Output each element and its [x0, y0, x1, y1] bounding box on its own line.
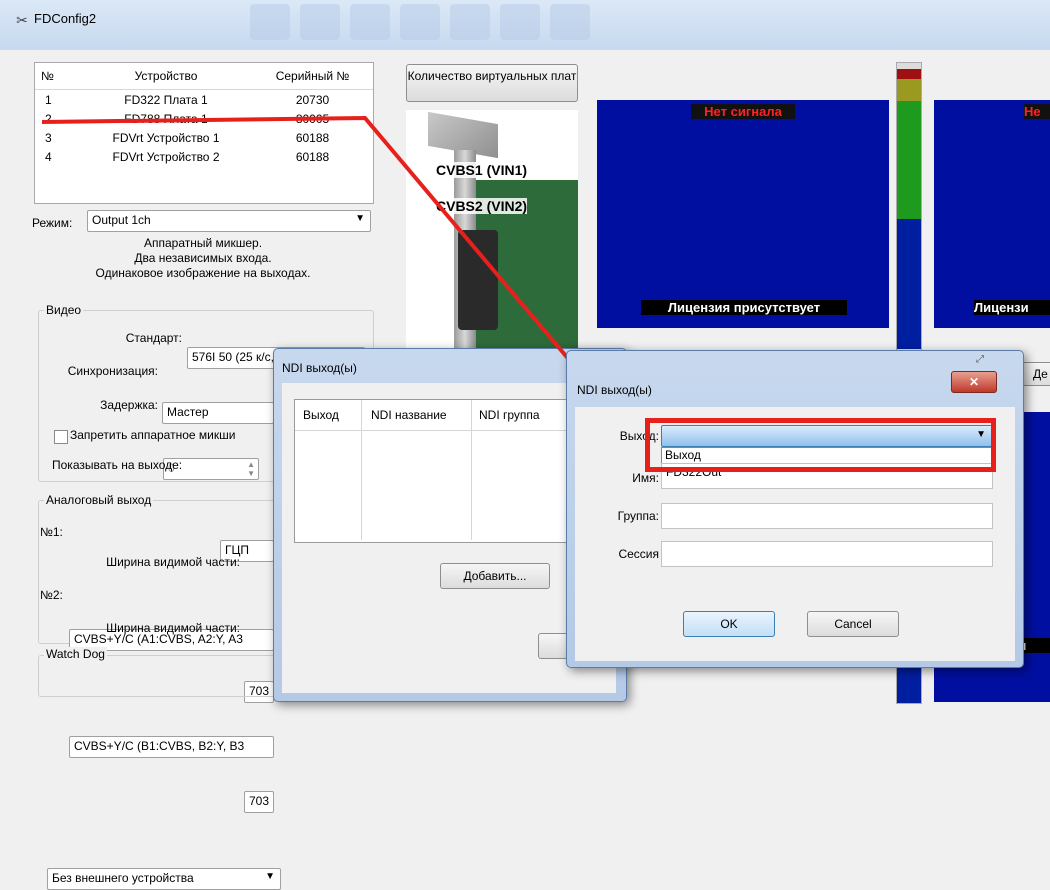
- ndi-edit-dialog: NDI выход(ы) ⤢ ✕ Выход: ▼ Выход Имя: FD3…: [566, 350, 1024, 668]
- restore-icon[interactable]: ⤢: [965, 353, 995, 367]
- group-label: Группа:: [617, 509, 659, 523]
- group-field[interactable]: [661, 503, 993, 529]
- out2-select[interactable]: CVBS+Y/C (B1:CVBS, B2:Y, B3: [69, 736, 274, 758]
- cancel-button[interactable]: Cancel: [807, 611, 899, 637]
- watchdog-value: Без внешнего устройства: [52, 871, 194, 885]
- watchdog-select[interactable]: Без внешнего устройства ▼: [47, 868, 281, 890]
- close-icon[interactable]: ✕: [951, 371, 997, 393]
- ok-button[interactable]: OK: [683, 611, 775, 637]
- highlight-box: [645, 418, 996, 472]
- out2-value: CVBS+Y/C (B1:CVBS, B2:Y, B3: [74, 739, 245, 753]
- name-label: Имя:: [632, 471, 659, 485]
- session-field[interactable]: [661, 541, 993, 567]
- pointer-line: [41, 115, 622, 422]
- out2-width-value: 703: [249, 794, 270, 808]
- chevron-down-icon: ▼: [265, 871, 275, 882]
- session-label: Сессия: [618, 547, 659, 561]
- out2-width-input[interactable]: 703: [244, 791, 274, 813]
- ndi-edit-title: NDI выход(ы): [577, 383, 652, 397]
